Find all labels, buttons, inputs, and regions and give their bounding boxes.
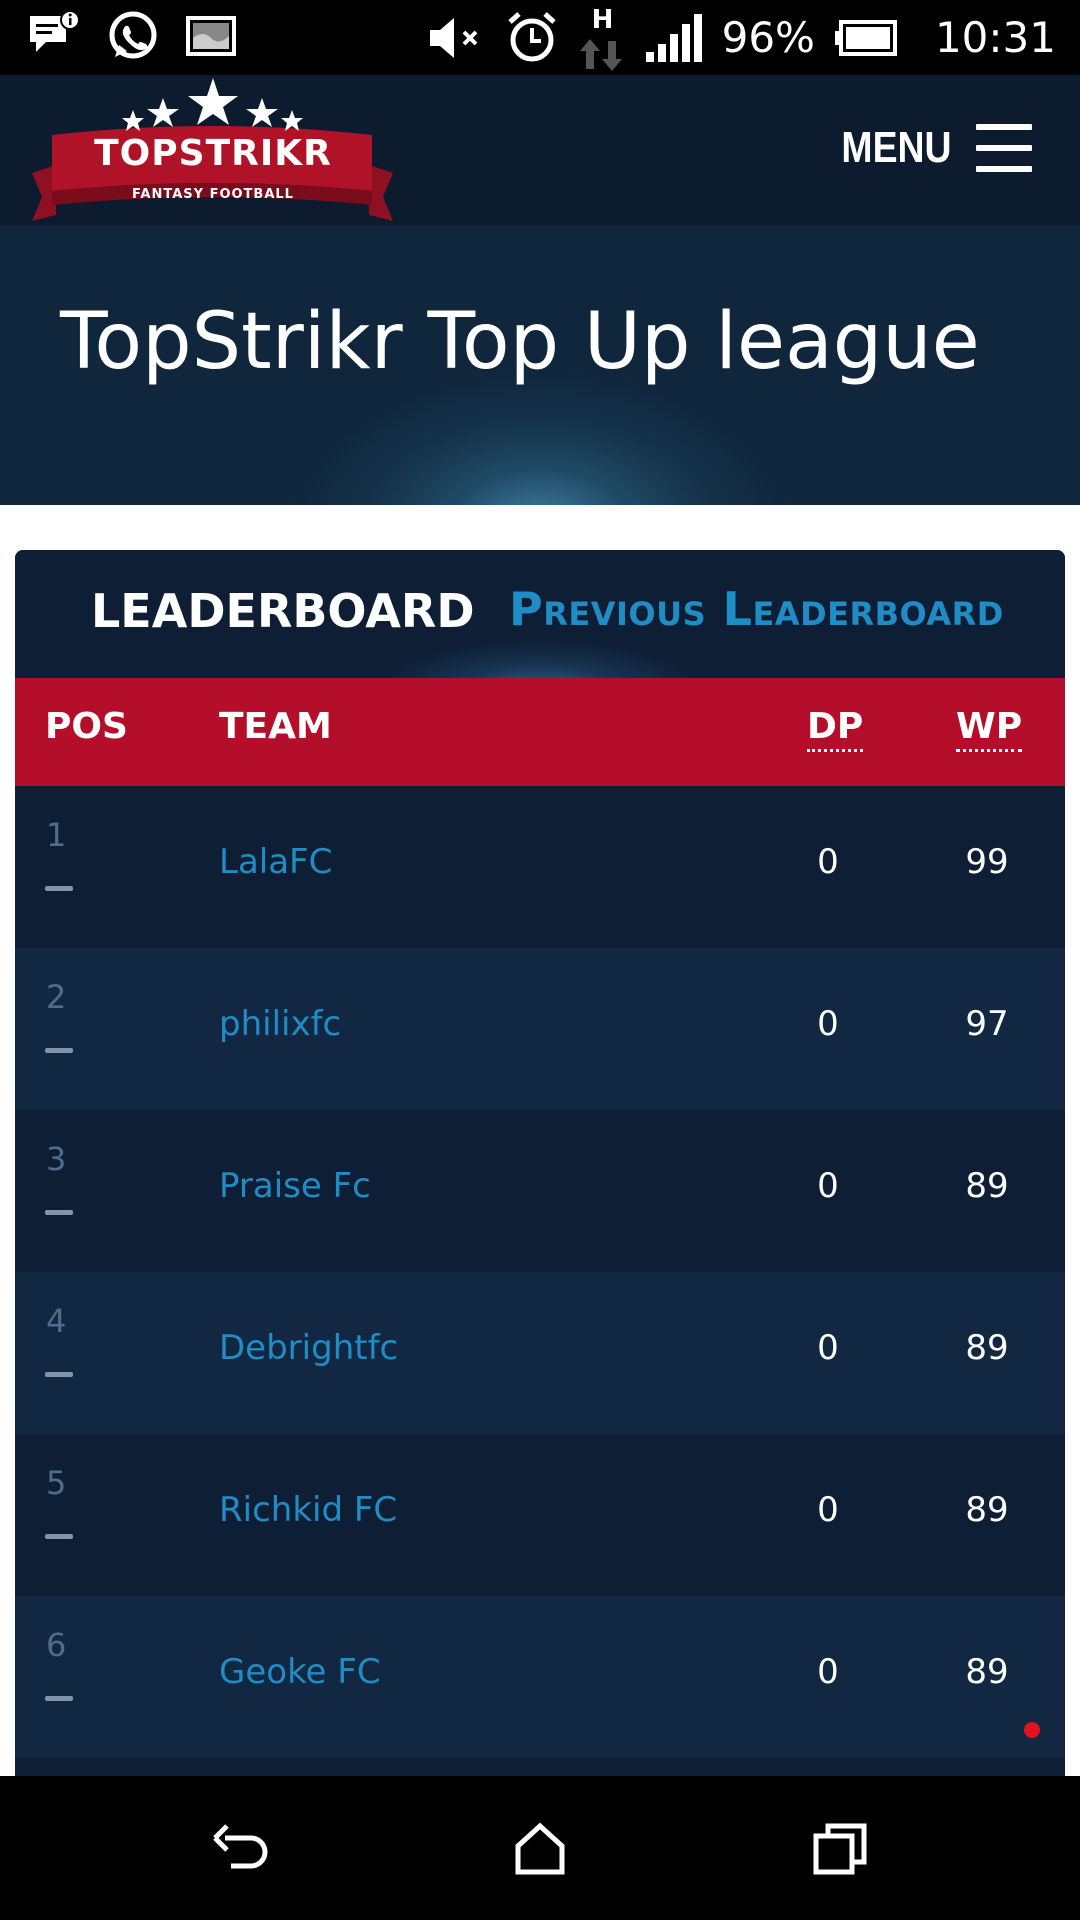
notification-icon [30, 10, 80, 52]
table-row: 2 philixfc 0 97 [15, 948, 1065, 1110]
team-link[interactable]: philixfc [219, 1004, 341, 1044]
row-position: 5 [46, 1464, 67, 1502]
menu-button[interactable]: MENU [822, 123, 1032, 173]
battery-icon [834, 19, 897, 56]
row-position: 1 [46, 816, 67, 854]
row-dp: 0 [817, 1652, 839, 1692]
network-type: H [591, 4, 614, 35]
row-wp: 89 [965, 1490, 1009, 1530]
leaderboard-tabs: LEADERBOARD Previous Leaderboard [15, 550, 1065, 678]
leaderboard-card: LEADERBOARD Previous Leaderboard POS TEA… [15, 550, 1065, 1780]
status-bar-right: H 96% 10:31 [424, 0, 1056, 75]
status-bar-left [26, 10, 240, 62]
team-link[interactable]: Debrightfc [219, 1328, 398, 1368]
table-row: 3 Praise Fc 0 89 [15, 1110, 1065, 1272]
topstrikr-logo[interactable]: TOPSTRIKR FANTASY FOOTBALL [30, 75, 395, 225]
row-dp: 0 [817, 1166, 839, 1206]
home-button[interactable] [505, 1816, 575, 1880]
team-link[interactable]: Richkid FC [219, 1490, 397, 1530]
column-pos: POS [45, 706, 128, 747]
system-nav-bar [0, 1776, 1080, 1920]
clock: 10:31 [934, 13, 1056, 62]
recents-icon [813, 1823, 867, 1875]
table-row: 5 Richkid FC 0 89 [15, 1434, 1065, 1596]
battery-percent: 96% [721, 13, 815, 62]
row-wp: 89 [965, 1652, 1009, 1692]
mute-icon [429, 17, 478, 58]
notification-dot [1024, 1722, 1040, 1738]
menu-label: MENU [841, 123, 952, 172]
row-wp: 89 [965, 1328, 1009, 1368]
row-position: 4 [46, 1302, 67, 1340]
home-icon [515, 1822, 565, 1875]
team-link[interactable]: LalaFC [219, 842, 332, 882]
site-header: TOPSTRIKR FANTASY FOOTBALL MENU [0, 75, 1080, 225]
table-row: 1 LalaFC 0 99 [15, 786, 1065, 948]
column-wp[interactable]: WP [956, 706, 1023, 752]
row-position: 2 [46, 978, 67, 1016]
no-change-icon [45, 1534, 73, 1539]
row-wp: 97 [965, 1004, 1009, 1044]
status-bar: H 96% 10:31 [0, 0, 1080, 75]
league-hero: TopStrikr Top Up league [0, 225, 1080, 505]
table-row: 6 Geoke FC 0 89 [15, 1596, 1065, 1758]
row-wp: 99 [965, 842, 1009, 882]
no-change-icon [45, 1696, 73, 1701]
row-position: 6 [46, 1626, 67, 1664]
logo-text: TOPSTRIKR [94, 133, 332, 174]
leaderboard-rows: 1 LalaFC 0 99 2 philixfc 0 97 3 Praise F… [15, 786, 1065, 1780]
row-wp: 89 [965, 1166, 1009, 1206]
column-dp[interactable]: DP [807, 706, 864, 752]
row-dp: 0 [817, 1004, 839, 1044]
table-header: POS TEAM DP WP [15, 678, 1065, 786]
league-title: TopStrikr Top Up league [60, 297, 980, 387]
no-change-icon [45, 1048, 73, 1053]
data-arrows-icon: H [578, 3, 626, 73]
no-change-icon [45, 886, 73, 891]
recents-button[interactable] [805, 1816, 875, 1880]
tab-previous-leaderboard[interactable]: Previous Leaderboard [509, 582, 1004, 636]
back-icon [213, 1824, 268, 1869]
whatsapp-icon [109, 11, 157, 59]
tab-leaderboard[interactable]: LEADERBOARD [91, 584, 475, 638]
row-dp: 0 [817, 1328, 839, 1368]
alarm-icon [507, 11, 556, 61]
team-link[interactable]: Geoke FC [219, 1652, 381, 1692]
table-row: 4 Debrightfc 0 89 [15, 1272, 1065, 1434]
hamburger-icon [976, 124, 1032, 172]
logo-subtext: FANTASY FOOTBALL [132, 187, 294, 202]
no-change-icon [45, 1210, 73, 1215]
gallery-icon [186, 16, 236, 56]
row-dp: 0 [817, 1490, 839, 1530]
back-button[interactable] [206, 1816, 276, 1880]
row-position: 3 [46, 1140, 67, 1178]
signal-icon [645, 13, 702, 62]
team-link[interactable]: Praise Fc [219, 1166, 371, 1206]
row-dp: 0 [817, 842, 839, 882]
column-team: TEAM [219, 706, 332, 747]
no-change-icon [45, 1372, 73, 1377]
